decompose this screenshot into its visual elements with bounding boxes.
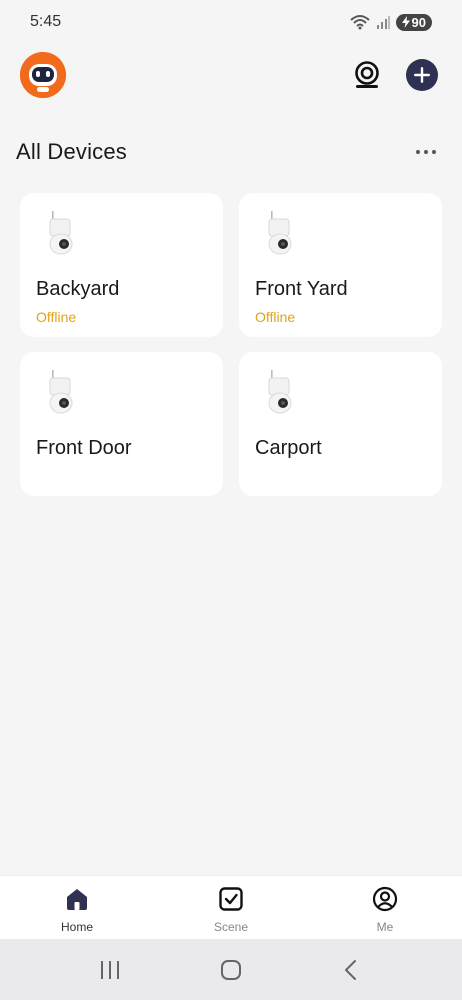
device-status: Offline — [255, 309, 296, 325]
device-status: Offline — [36, 309, 77, 325]
charging-icon — [401, 16, 410, 28]
camera-device-icon — [49, 370, 73, 414]
checkbox-icon — [217, 885, 245, 913]
recent-apps-icon[interactable] — [90, 950, 130, 990]
nav-scene-label: Scene — [213, 920, 249, 934]
app-header — [20, 52, 438, 98]
webcam-icon[interactable] — [350, 58, 384, 92]
more-dots-icon[interactable] — [410, 144, 436, 160]
section-title: All Devices — [16, 139, 128, 164]
signal-icon — [376, 16, 390, 29]
nav-me-label: Me — [376, 920, 394, 934]
home-system-icon[interactable] — [211, 950, 251, 990]
nav-scene[interactable]: Scene — [154, 876, 308, 940]
header-actions — [350, 58, 438, 92]
device-name: Backyard — [36, 278, 120, 300]
device-name: Carport — [255, 437, 322, 459]
section-header: All Devices — [16, 135, 436, 169]
device-card-front-yard[interactable]: Front Yard Offline — [239, 193, 442, 337]
back-icon[interactable] — [332, 950, 372, 990]
battery-indicator: 90 — [395, 13, 432, 31]
add-device-button[interactable] — [406, 59, 438, 91]
camera-device-icon — [49, 211, 73, 255]
nav-me[interactable]: Me — [308, 876, 462, 940]
wifi-icon — [349, 15, 370, 30]
device-card-front-door[interactable]: Front Door — [20, 352, 223, 496]
device-card-backyard[interactable]: Backyard Offline — [20, 193, 223, 337]
camera-device-icon — [268, 211, 292, 255]
status-icons: 90 — [349, 13, 432, 31]
home-icon — [63, 885, 91, 913]
status-bar: 5:45 90 — [0, 0, 462, 44]
battery-level: 90 — [411, 14, 426, 30]
plus-icon — [414, 67, 430, 83]
device-grid: Backyard Offline Front Yard Offline Fron… — [20, 193, 442, 496]
system-navigation-bar — [0, 939, 462, 1000]
status-time: 5:45 — [30, 13, 62, 30]
user-circle-icon — [371, 885, 399, 913]
nav-home[interactable]: Home — [0, 876, 154, 940]
device-name: Front Door — [36, 437, 132, 459]
nav-home-label: Home — [60, 920, 93, 934]
camera-device-icon — [268, 370, 292, 414]
device-name: Front Yard — [255, 278, 348, 300]
robot-avatar-icon[interactable] — [20, 52, 66, 98]
device-card-carport[interactable]: Carport — [239, 352, 442, 496]
bottom-nav: Home Scene Me — [0, 875, 462, 940]
